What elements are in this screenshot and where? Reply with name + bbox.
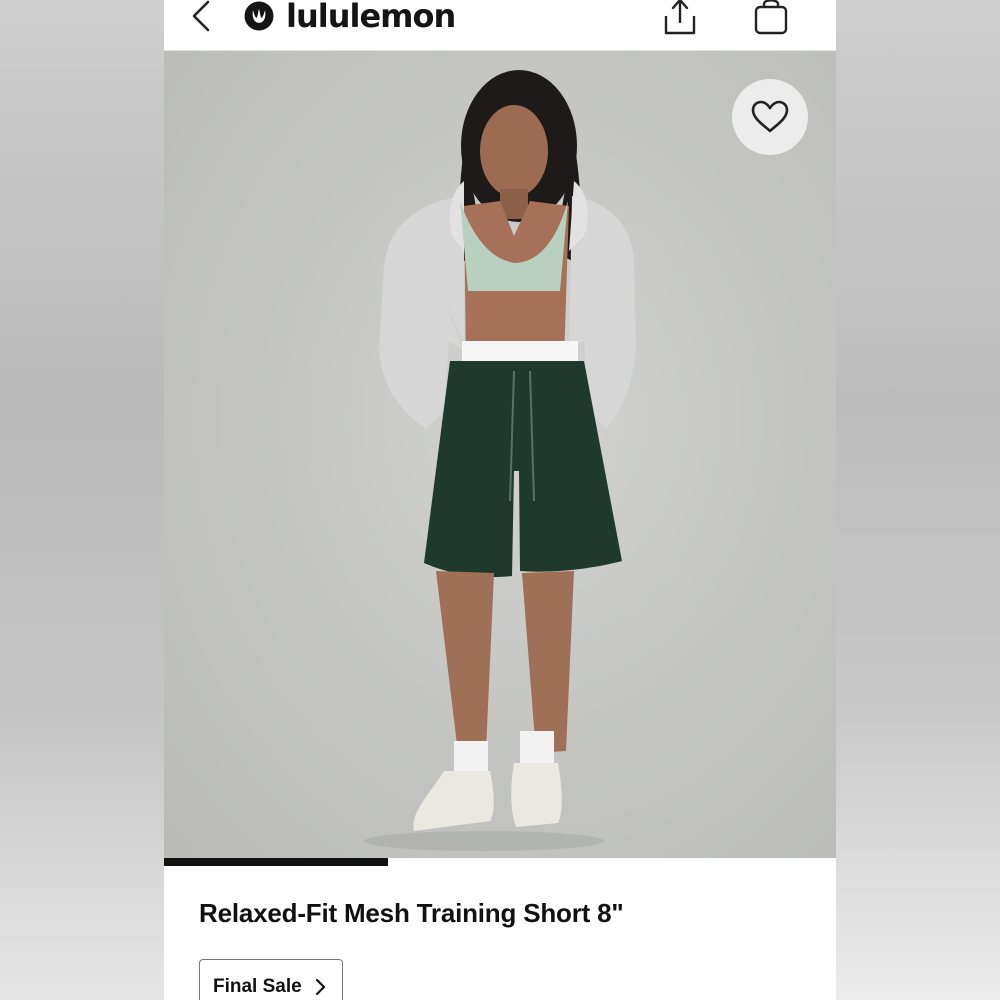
chevron-left-icon (192, 0, 210, 32)
product-page: lululemon Relaxed-Fit Mesh Training Shor… (164, 0, 836, 1000)
right-background (836, 0, 1000, 1000)
brand-logo[interactable]: lululemon (244, 0, 456, 36)
gallery-progress-fill (164, 858, 388, 866)
gallery-progress-bar (164, 858, 836, 866)
chevron-right-icon (315, 978, 325, 996)
final-sale-label: Final Sale (213, 976, 302, 997)
product-photo (364, 70, 636, 851)
share-button[interactable] (660, 0, 700, 36)
product-title: Relaxed-Fit Mesh Training Short 8" (199, 898, 624, 928)
left-background (0, 0, 164, 1000)
product-image-gallery[interactable] (164, 51, 836, 866)
top-navigation-bar: lululemon (164, 0, 836, 51)
share-icon (664, 0, 696, 35)
heart-outline-icon (751, 100, 789, 133)
lululemon-logo-icon (244, 1, 274, 31)
final-sale-button[interactable]: Final Sale (199, 959, 343, 1000)
wishlist-button[interactable] (732, 79, 808, 155)
brand-name: lululemon (286, 0, 456, 35)
back-button[interactable] (186, 0, 216, 34)
shopping-bag-icon (754, 0, 788, 35)
shopping-bag-button[interactable] (752, 0, 790, 36)
